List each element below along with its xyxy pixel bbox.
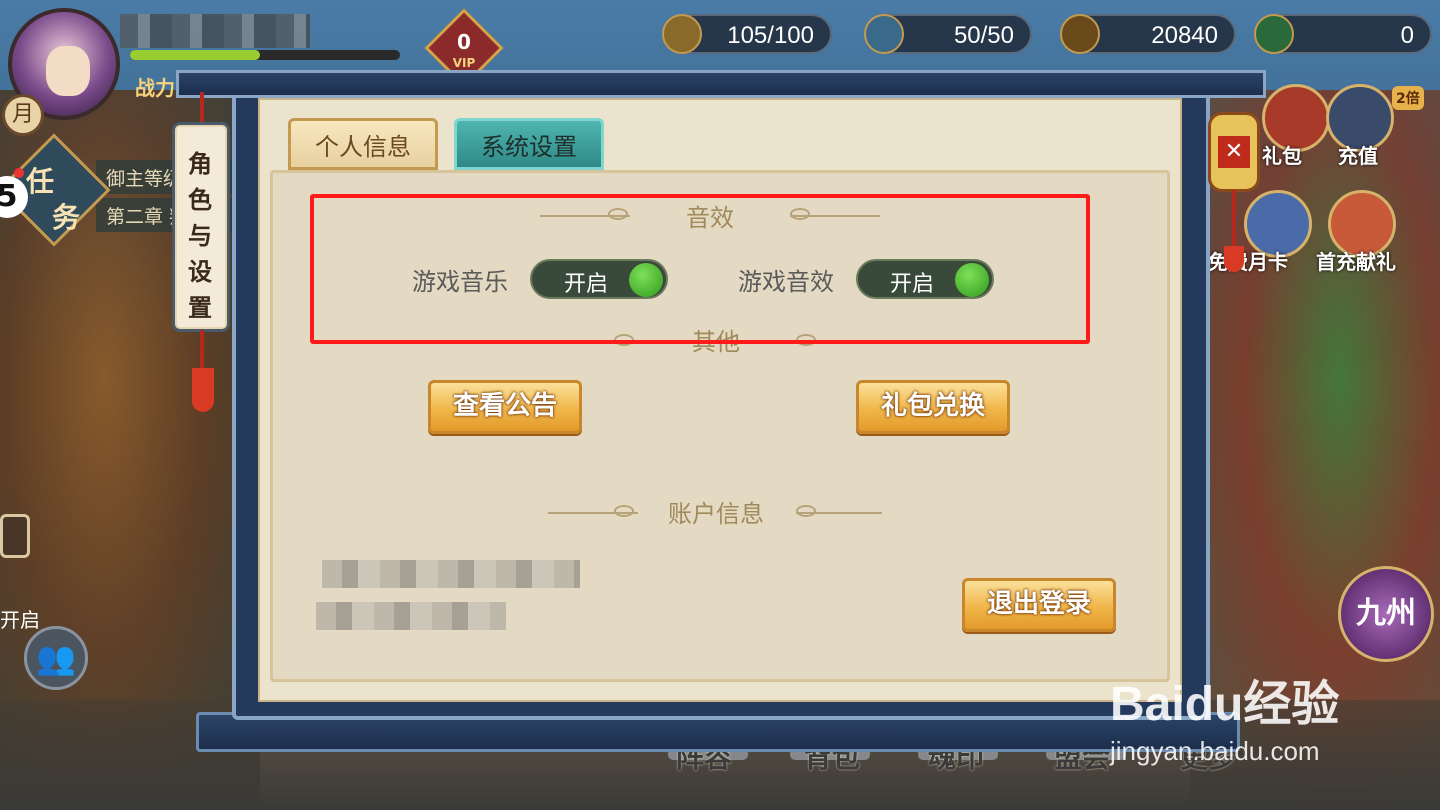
lock-icon bbox=[0, 514, 30, 558]
resource-value: 0 bbox=[1400, 22, 1414, 49]
close-icon[interactable]: ✕ bbox=[1218, 136, 1250, 168]
account-id-blurred bbox=[322, 560, 580, 588]
jiuzhou-button[interactable]: 九州 bbox=[1338, 566, 1434, 662]
stamina-icon bbox=[662, 14, 702, 54]
monthly-card-badge[interactable]: 月 bbox=[2, 94, 44, 136]
lantern-tassel bbox=[1224, 246, 1244, 272]
combat-power-label: 战力 bbox=[135, 76, 175, 100]
ornament-knot bbox=[796, 505, 816, 517]
scroll-tassel bbox=[192, 368, 214, 412]
watermark-url: jingyan.baidu.com bbox=[1110, 736, 1320, 766]
tab-system-settings[interactable]: 系统设置 bbox=[454, 118, 604, 170]
ornament-line bbox=[796, 512, 882, 514]
tab-personal-info[interactable]: 个人信息 bbox=[288, 118, 438, 170]
task-label-char-1: 任 bbox=[26, 165, 55, 198]
vip-text: VIP bbox=[452, 56, 476, 70]
experience-bar-fill bbox=[130, 50, 260, 60]
monthly-card-label: 免费月卡 bbox=[1208, 250, 1288, 274]
scroll-cord-bottom bbox=[200, 330, 204, 370]
resource-value: 105/100 bbox=[727, 22, 814, 49]
player-name-blurred bbox=[120, 14, 310, 48]
gift-label: 礼包 bbox=[1262, 144, 1302, 168]
task-label-char-2: 务 bbox=[52, 201, 81, 234]
recharge-label: 充值 bbox=[1338, 144, 1378, 168]
logout-button[interactable]: 退出登录 bbox=[962, 578, 1116, 632]
role-settings-title: 角色与设置 bbox=[188, 149, 212, 322]
notification-dot bbox=[14, 168, 24, 178]
resource-stamina[interactable]: 105/100 bbox=[662, 14, 832, 54]
watermark-brand: Baidu经验 bbox=[1110, 678, 1340, 731]
double-badge: 2倍 bbox=[1392, 86, 1424, 110]
gift-code-button[interactable]: 礼包兑换 bbox=[856, 380, 1010, 434]
lantern-cord bbox=[1232, 190, 1236, 250]
jade-icon bbox=[1254, 14, 1294, 54]
account-server-blurred bbox=[316, 602, 506, 630]
view-notice-button[interactable]: 查看公告 bbox=[428, 380, 582, 434]
baidu-watermark: Baidu经验 jingyan.baidu.com bbox=[1110, 664, 1340, 766]
scroll-cord-top bbox=[200, 92, 204, 126]
avatar-face bbox=[46, 46, 90, 96]
energy-icon bbox=[864, 14, 904, 54]
highlight-box bbox=[310, 194, 1090, 344]
ornament-knot bbox=[614, 505, 634, 517]
experience-bar bbox=[130, 50, 400, 60]
dialog-frame-top bbox=[176, 70, 1266, 98]
resource-value: 50/50 bbox=[953, 22, 1014, 49]
friends-icon[interactable]: 👥 bbox=[24, 626, 88, 690]
resource-jade[interactable]: 0 bbox=[1254, 14, 1432, 54]
section-title-account: 账户信息 bbox=[668, 500, 764, 528]
resource-value: 20840 bbox=[1151, 22, 1218, 49]
coin-icon bbox=[1060, 14, 1100, 54]
vip-level: 0 bbox=[457, 30, 471, 54]
first-recharge-label: 首充献礼 bbox=[1316, 250, 1396, 274]
lock-label: 开启 bbox=[0, 608, 40, 632]
resource-energy[interactable]: 50/50 bbox=[864, 14, 1032, 54]
resource-coin[interactable]: 20840 bbox=[1060, 14, 1236, 54]
